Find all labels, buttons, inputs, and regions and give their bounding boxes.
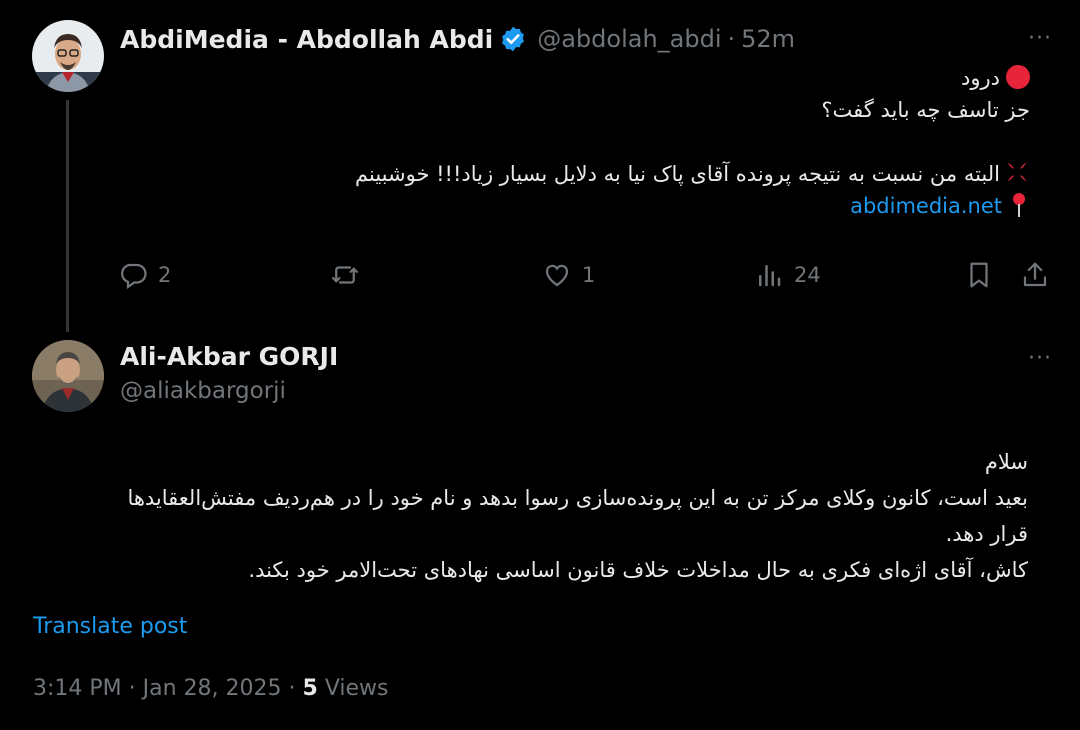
- anger-emoji: [1007, 162, 1027, 182]
- text-line: جز تاسف چه باید گفت؟: [821, 98, 1030, 122]
- reply-button[interactable]: 2: [118, 260, 171, 290]
- reply-count: 2: [158, 263, 172, 287]
- text-line: البته من نسبت به نتیجه پرونده آقای پاک ن…: [355, 162, 1000, 186]
- share-icon: [1023, 262, 1047, 287]
- text-line: بعید است، کانون وکلای مرکز تن به این پرو…: [127, 486, 1028, 510]
- like-count: 1: [582, 263, 596, 287]
- tweet-2-text: سلام بعید است، کانون وکلای مرکز تن به ای…: [34, 444, 1028, 588]
- post-time[interactable]: 3:14 PM: [33, 676, 122, 701]
- author-name[interactable]: AbdiMedia - Abdollah Abdi: [120, 25, 493, 54]
- repost-button[interactable]: [330, 260, 360, 290]
- post-meta-footer: 3:14 PM · Jan 28, 2025 · 5 Views: [33, 676, 389, 701]
- more-icon[interactable]: ···: [1028, 28, 1052, 50]
- avatar-abdimedia[interactable]: [32, 20, 104, 92]
- post-time[interactable]: 52m: [741, 25, 795, 53]
- pin-emoji: [1013, 193, 1025, 217]
- verified-badge-icon: [502, 26, 525, 52]
- action-bar: 2 1 24: [118, 260, 1058, 300]
- abdimedia-link[interactable]: abdimedia.net: [850, 194, 1002, 218]
- reply-icon: [121, 263, 147, 290]
- text-line: قرار دهد.: [945, 522, 1028, 546]
- text-line: سلام: [984, 450, 1028, 474]
- translate-post-link[interactable]: Translate post: [33, 614, 187, 639]
- repost-icon: [332, 266, 358, 284]
- views-count: 24: [794, 263, 821, 287]
- red-circle-emoji: [1006, 65, 1030, 89]
- meta-separator: ·: [727, 25, 736, 53]
- bookmark-icon: [970, 262, 988, 288]
- author-name[interactable]: Ali-Akbar GORJI: [120, 342, 338, 371]
- tweet-1-text: درود جز تاسف چه باید گفت؟ البته من نسبت …: [270, 62, 1030, 222]
- author-handle[interactable]: @abdolah_abdi: [537, 25, 721, 53]
- views-count: 5: [302, 676, 318, 701]
- meta-separator: ·: [288, 676, 296, 701]
- meta-separator: ·: [128, 676, 136, 701]
- post-date[interactable]: Jan 28, 2025: [143, 676, 282, 701]
- avatar-gorji[interactable]: [32, 340, 104, 412]
- bookmark-button[interactable]: [964, 260, 994, 290]
- like-icon: [545, 264, 569, 287]
- greeting-text: درود: [961, 66, 1000, 90]
- like-button[interactable]: 1: [542, 260, 595, 290]
- share-button[interactable]: [1020, 260, 1050, 290]
- views-button[interactable]: 24: [754, 260, 821, 290]
- more-icon[interactable]: ···: [1028, 348, 1052, 370]
- views-icon: [759, 265, 781, 287]
- tweet-1-header: AbdiMedia - Abdollah Abdi @abdolah_abdi …: [120, 22, 795, 56]
- author-handle[interactable]: @aliakbargorji: [120, 378, 286, 404]
- text-line: کاش، آقای اژه‌ای فکری به حال مداخلات خلا…: [248, 558, 1028, 582]
- views-label: Views: [324, 676, 389, 701]
- thread-line: [66, 100, 69, 332]
